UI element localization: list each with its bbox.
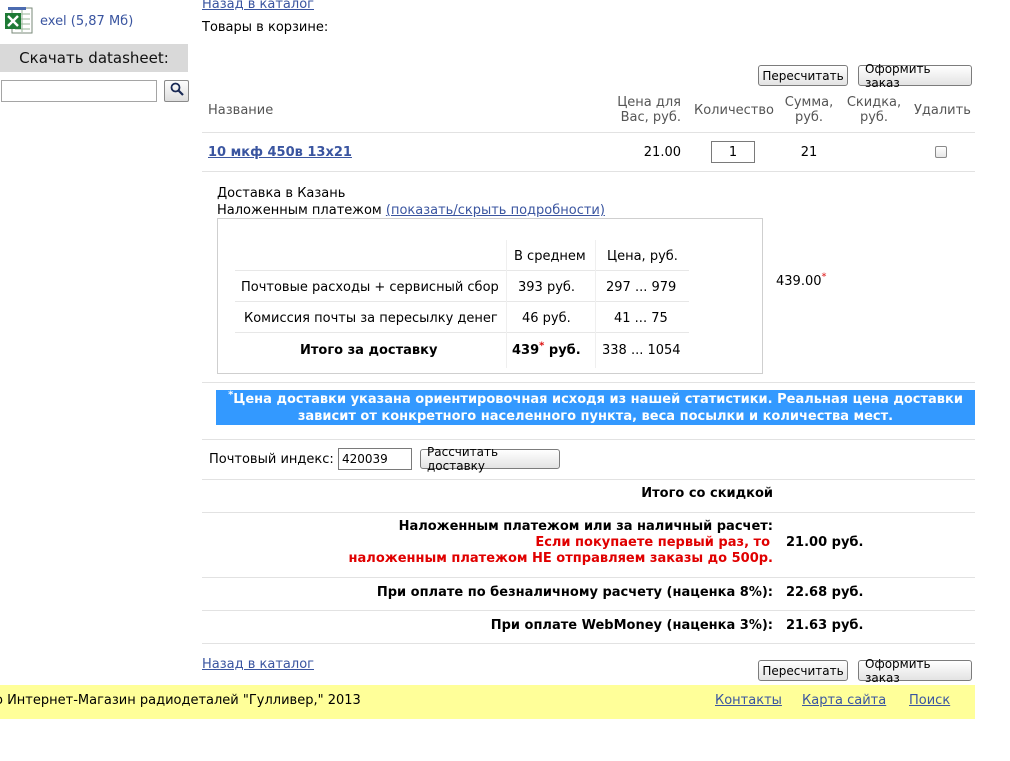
col-qty: Количество <box>694 103 774 118</box>
divider <box>202 171 975 172</box>
delivery-details-table <box>217 218 763 374</box>
col-discount: Скидка, руб. <box>845 95 903 125</box>
footer-link-search[interactable]: Поиск <box>909 693 950 708</box>
col-price-range: Цена, руб. <box>607 249 678 264</box>
checkout-button-top[interactable]: Оформить заказ <box>858 62 972 90</box>
checkout-button-bottom[interactable]: Оформить заказ <box>858 657 972 685</box>
divider <box>202 512 975 513</box>
col-discount-line2: руб. <box>859 110 889 125</box>
note-line-2: зависит от конкретного населенного пункт… <box>297 409 894 424</box>
bank-value: 22.68 руб. <box>786 585 864 600</box>
postal-index-label: Почтовый индекс: <box>209 452 334 467</box>
datasheet-title: Скачать datasheet: <box>0 44 188 72</box>
webmoney-value: 21.63 руб. <box>786 618 864 633</box>
col-price-line1: Цена для <box>617 95 681 110</box>
footer-link-contacts[interactable]: Контакты <box>715 693 782 708</box>
delivery-row-avg: 393 руб. <box>518 280 576 295</box>
col-name: Название <box>208 103 274 118</box>
back-to-catalog-link-top[interactable]: Назад в каталог <box>202 0 314 12</box>
divider <box>202 439 975 440</box>
totals-header: Итого со скидкой <box>641 486 773 501</box>
delivery-total-num: 439 <box>512 343 540 358</box>
col-average: В среднем <box>514 249 586 264</box>
col-sum-line1: Сумма, <box>784 95 834 110</box>
divider <box>235 332 689 333</box>
recalculate-button-top[interactable]: Пересчитать <box>758 65 848 86</box>
col-price-line2: Вас, руб. <box>620 110 681 125</box>
datasheet-search-button[interactable] <box>164 80 189 102</box>
webmoney-label: При оплате WebMoney (наценка 3%): <box>490 618 773 633</box>
delivery-total-label: Итого за доставку <box>300 343 438 358</box>
cod-warning-line1: Если покупаете первый раз, то <box>535 535 770 550</box>
excel-download-link[interactable]: exel (5,87 Мб) <box>40 14 133 29</box>
item-sum: 21 <box>800 145 818 160</box>
asterisk: * <box>821 271 827 283</box>
footer-copyright: о Интернет-Магазин радиодеталей "Гулливе… <box>0 693 361 708</box>
delivery-side-total-value: 439.00 <box>776 274 822 289</box>
divider <box>202 610 975 611</box>
divider <box>202 479 975 480</box>
delivery-price-note: *Цена доставки указана ориентировочная и… <box>216 390 975 425</box>
cart-caption: Товары в корзине: <box>202 20 329 35</box>
col-sum: Сумма, руб. <box>781 95 837 125</box>
bank-label: При оплате по безналичному расчету (наце… <box>376 585 773 600</box>
quantity-input[interactable] <box>711 141 755 163</box>
col-delete: Удалить <box>914 103 971 118</box>
delivery-total-avg: 439* руб. <box>512 340 581 358</box>
divider <box>202 132 975 133</box>
divider <box>506 240 507 368</box>
back-to-catalog-link-bottom[interactable]: Назад в каталог <box>202 657 314 672</box>
footer-link-sitemap[interactable]: Карта сайта <box>802 693 886 708</box>
delivery-total-range: 338 ... 1054 <box>602 343 681 358</box>
divider <box>202 577 975 578</box>
divider <box>202 643 975 644</box>
delivery-row-label: Почтовые расходы + сервисный сбор <box>241 280 499 295</box>
toggle-details-link[interactable]: (показать/скрыть подробности) <box>386 203 605 218</box>
excel-icon-top <box>6 0 28 10</box>
product-link[interactable]: 10 мкф 450в 13x21 <box>208 145 352 160</box>
postal-index-input[interactable] <box>338 448 412 470</box>
item-price: 21.00 <box>643 145 681 160</box>
delivery-method-line: Наложенным платежом (показать/скрыть под… <box>217 203 605 218</box>
note-line-1: *Цена доставки указана ориентировочная и… <box>216 390 975 408</box>
divider <box>235 301 689 302</box>
footer: о Интернет-Магазин радиодеталей "Гулливе… <box>0 685 975 719</box>
delivery-row-range: 297 ... 979 <box>606 280 677 295</box>
delete-checkbox[interactable] <box>935 146 947 158</box>
delivery-row-avg: 46 руб. <box>522 311 571 326</box>
note-line-1-text: Цена доставки указана ориентировочная ис… <box>233 392 963 407</box>
divider <box>595 240 596 368</box>
calculate-delivery-button[interactable]: Рассчитать доставку <box>420 445 560 473</box>
cod-value: 21.00 руб. <box>786 535 864 550</box>
divider <box>235 270 689 271</box>
cod-label: Наложенным платежом или за наличный расч… <box>398 519 773 534</box>
delivery-method: Наложенным платежом <box>217 203 382 218</box>
divider <box>202 382 975 383</box>
asterisk: * <box>539 340 545 352</box>
delivery-side-total: 439.00* <box>776 271 827 289</box>
cod-warning-line2: наложенным платежом НЕ отправляем заказы… <box>348 551 773 566</box>
recalculate-button-bottom[interactable]: Пересчитать <box>758 660 848 681</box>
delivery-city: Доставка в Казань <box>217 186 346 201</box>
col-price: Цена для Вас, руб. <box>600 95 681 125</box>
datasheet-search-input[interactable] <box>1 80 157 102</box>
delivery-total-unit: руб. <box>548 343 581 358</box>
delivery-row-range: 41 ... 75 <box>614 311 668 326</box>
search-icon <box>170 82 184 100</box>
col-sum-line2: руб. <box>794 110 824 125</box>
col-discount-line1: Скидка, <box>846 95 902 110</box>
delivery-row-label: Комиссия почты за пересылку денег <box>244 311 498 326</box>
